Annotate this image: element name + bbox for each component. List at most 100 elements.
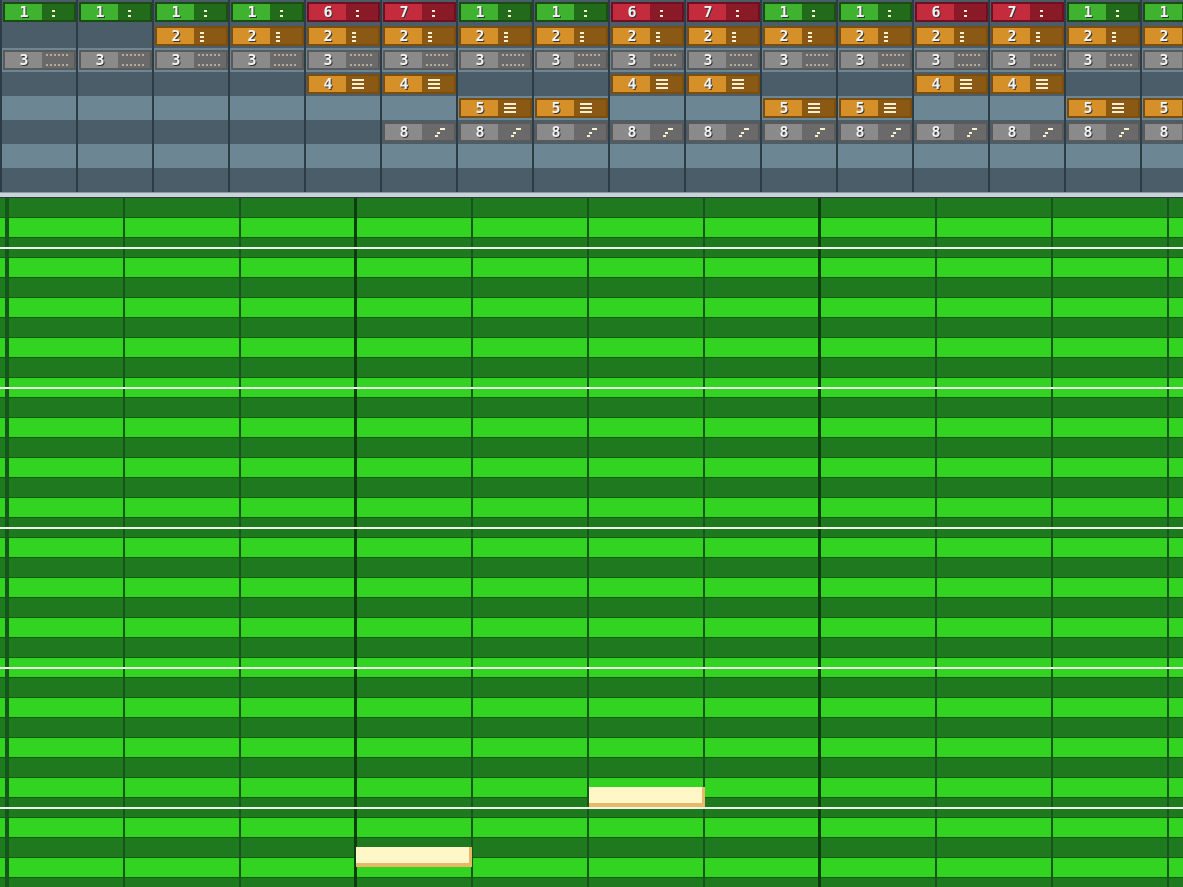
pattern-block[interactable]: 8	[687, 122, 760, 142]
pattern-block[interactable]: 8	[535, 122, 608, 142]
note-row[interactable]	[0, 418, 1183, 438]
pattern-block[interactable]: 1	[1067, 2, 1140, 22]
pattern-block[interactable]: 3	[687, 50, 760, 70]
piano-roll-grid[interactable]	[0, 198, 1183, 887]
note-row[interactable]	[0, 398, 1183, 418]
pattern-block[interactable]: 2	[1143, 26, 1183, 46]
pattern-block[interactable]: 4	[687, 74, 760, 94]
pattern-block[interactable]: 5	[535, 98, 608, 118]
song-arranger[interactable]: 1 1 1 1 6 7 1 1 6 7 1 1 6 7 1 1 2 2 2 2 2 2 2 2 2 2 2 2 2 2 3 3 3 3 3 3 3 3 3 3…	[0, 0, 1183, 192]
note-row[interactable]	[0, 638, 1183, 658]
pattern-block[interactable]: 3	[231, 50, 304, 70]
pattern-block[interactable]: 7	[383, 2, 456, 22]
note-row[interactable]	[0, 598, 1183, 618]
pattern-block[interactable]: 8	[915, 122, 988, 142]
note-row[interactable]	[0, 578, 1183, 598]
pattern-block[interactable]: 7	[991, 2, 1064, 22]
pattern-block[interactable]: 3	[611, 50, 684, 70]
pattern-block[interactable]: 1	[155, 2, 228, 22]
pattern-block[interactable]: 4	[383, 74, 456, 94]
note-row[interactable]	[0, 338, 1183, 358]
arranger-lane-8[interactable]	[0, 168, 1183, 192]
pattern-block[interactable]: 6	[307, 2, 380, 22]
pattern-block[interactable]: 5	[1067, 98, 1140, 118]
pattern-block[interactable]: 6	[915, 2, 988, 22]
note-row[interactable]	[0, 298, 1183, 318]
pattern-block[interactable]: 2	[687, 26, 760, 46]
pattern-block[interactable]: 3	[79, 50, 152, 70]
note-block[interactable]	[356, 847, 472, 867]
note-row[interactable]	[0, 498, 1183, 518]
pattern-block[interactable]: 2	[231, 26, 304, 46]
pattern-block[interactable]: 8	[763, 122, 836, 142]
pattern-block[interactable]: 3	[839, 50, 912, 70]
note-row[interactable]	[0, 878, 1183, 887]
note-row[interactable]	[0, 678, 1183, 698]
pattern-block[interactable]: 2	[155, 26, 228, 46]
pattern-block[interactable]: 3	[383, 50, 456, 70]
pattern-block[interactable]: 3	[3, 50, 76, 70]
note-row[interactable]	[0, 318, 1183, 338]
note-row[interactable]	[0, 758, 1183, 778]
pattern-block[interactable]: 5	[459, 98, 532, 118]
pattern-block[interactable]: 8	[1067, 122, 1140, 142]
pattern-block[interactable]: 3	[763, 50, 836, 70]
pattern-block[interactable]: 5	[839, 98, 912, 118]
pattern-block[interactable]: 2	[611, 26, 684, 46]
pattern-block[interactable]: 1	[535, 2, 608, 22]
pattern-block[interactable]: 8	[991, 122, 1064, 142]
note-row[interactable]	[0, 698, 1183, 718]
note-row[interactable]	[0, 818, 1183, 838]
pattern-block[interactable]: 3	[535, 50, 608, 70]
pattern-block[interactable]: 2	[459, 26, 532, 46]
pattern-block[interactable]: 6	[611, 2, 684, 22]
pattern-block[interactable]: 3	[155, 50, 228, 70]
pattern-block[interactable]: 1	[459, 2, 532, 22]
note-row[interactable]	[0, 718, 1183, 738]
pattern-block[interactable]: 2	[383, 26, 456, 46]
note-row[interactable]	[0, 558, 1183, 578]
note-row[interactable]	[0, 538, 1183, 558]
note-row[interactable]	[0, 258, 1183, 278]
pattern-block[interactable]: 2	[763, 26, 836, 46]
pattern-block[interactable]: 4	[991, 74, 1064, 94]
pattern-block[interactable]: 8	[1143, 122, 1183, 142]
pattern-block[interactable]: 3	[307, 50, 380, 70]
note-row[interactable]	[0, 478, 1183, 498]
note-row[interactable]	[0, 858, 1183, 878]
note-row[interactable]	[0, 618, 1183, 638]
pattern-block[interactable]: 3	[459, 50, 532, 70]
note-row[interactable]	[0, 278, 1183, 298]
pattern-block[interactable]: 5	[763, 98, 836, 118]
pattern-block[interactable]: 1	[839, 2, 912, 22]
pattern-block[interactable]: 7	[687, 2, 760, 22]
note-row[interactable]	[0, 438, 1183, 458]
pattern-block[interactable]: 4	[611, 74, 684, 94]
note-block[interactable]	[589, 787, 705, 807]
pattern-block[interactable]: 8	[611, 122, 684, 142]
pattern-block[interactable]: 1	[231, 2, 304, 22]
note-row[interactable]	[0, 458, 1183, 478]
pattern-block[interactable]: 2	[1067, 26, 1140, 46]
pattern-block[interactable]: 5	[1143, 98, 1183, 118]
pattern-block[interactable]: 8	[383, 122, 456, 142]
pattern-block[interactable]: 8	[839, 122, 912, 142]
pattern-block[interactable]: 3	[1067, 50, 1140, 70]
pattern-block[interactable]: 2	[915, 26, 988, 46]
pattern-block[interactable]: 2	[535, 26, 608, 46]
pattern-block[interactable]: 1	[79, 2, 152, 22]
pattern-block[interactable]: 3	[1143, 50, 1183, 70]
note-row[interactable]	[0, 738, 1183, 758]
pattern-block[interactable]: 1	[3, 2, 76, 22]
pattern-block[interactable]: 1	[1143, 2, 1183, 22]
pattern-block[interactable]: 3	[915, 50, 988, 70]
note-row[interactable]	[0, 218, 1183, 238]
pattern-block[interactable]: 4	[307, 74, 380, 94]
pattern-block[interactable]: 2	[991, 26, 1064, 46]
pattern-block[interactable]: 4	[915, 74, 988, 94]
pattern-block[interactable]: 8	[459, 122, 532, 142]
note-row[interactable]	[0, 358, 1183, 378]
pattern-block[interactable]: 1	[763, 2, 836, 22]
pattern-block[interactable]: 2	[307, 26, 380, 46]
pattern-block[interactable]: 2	[839, 26, 912, 46]
